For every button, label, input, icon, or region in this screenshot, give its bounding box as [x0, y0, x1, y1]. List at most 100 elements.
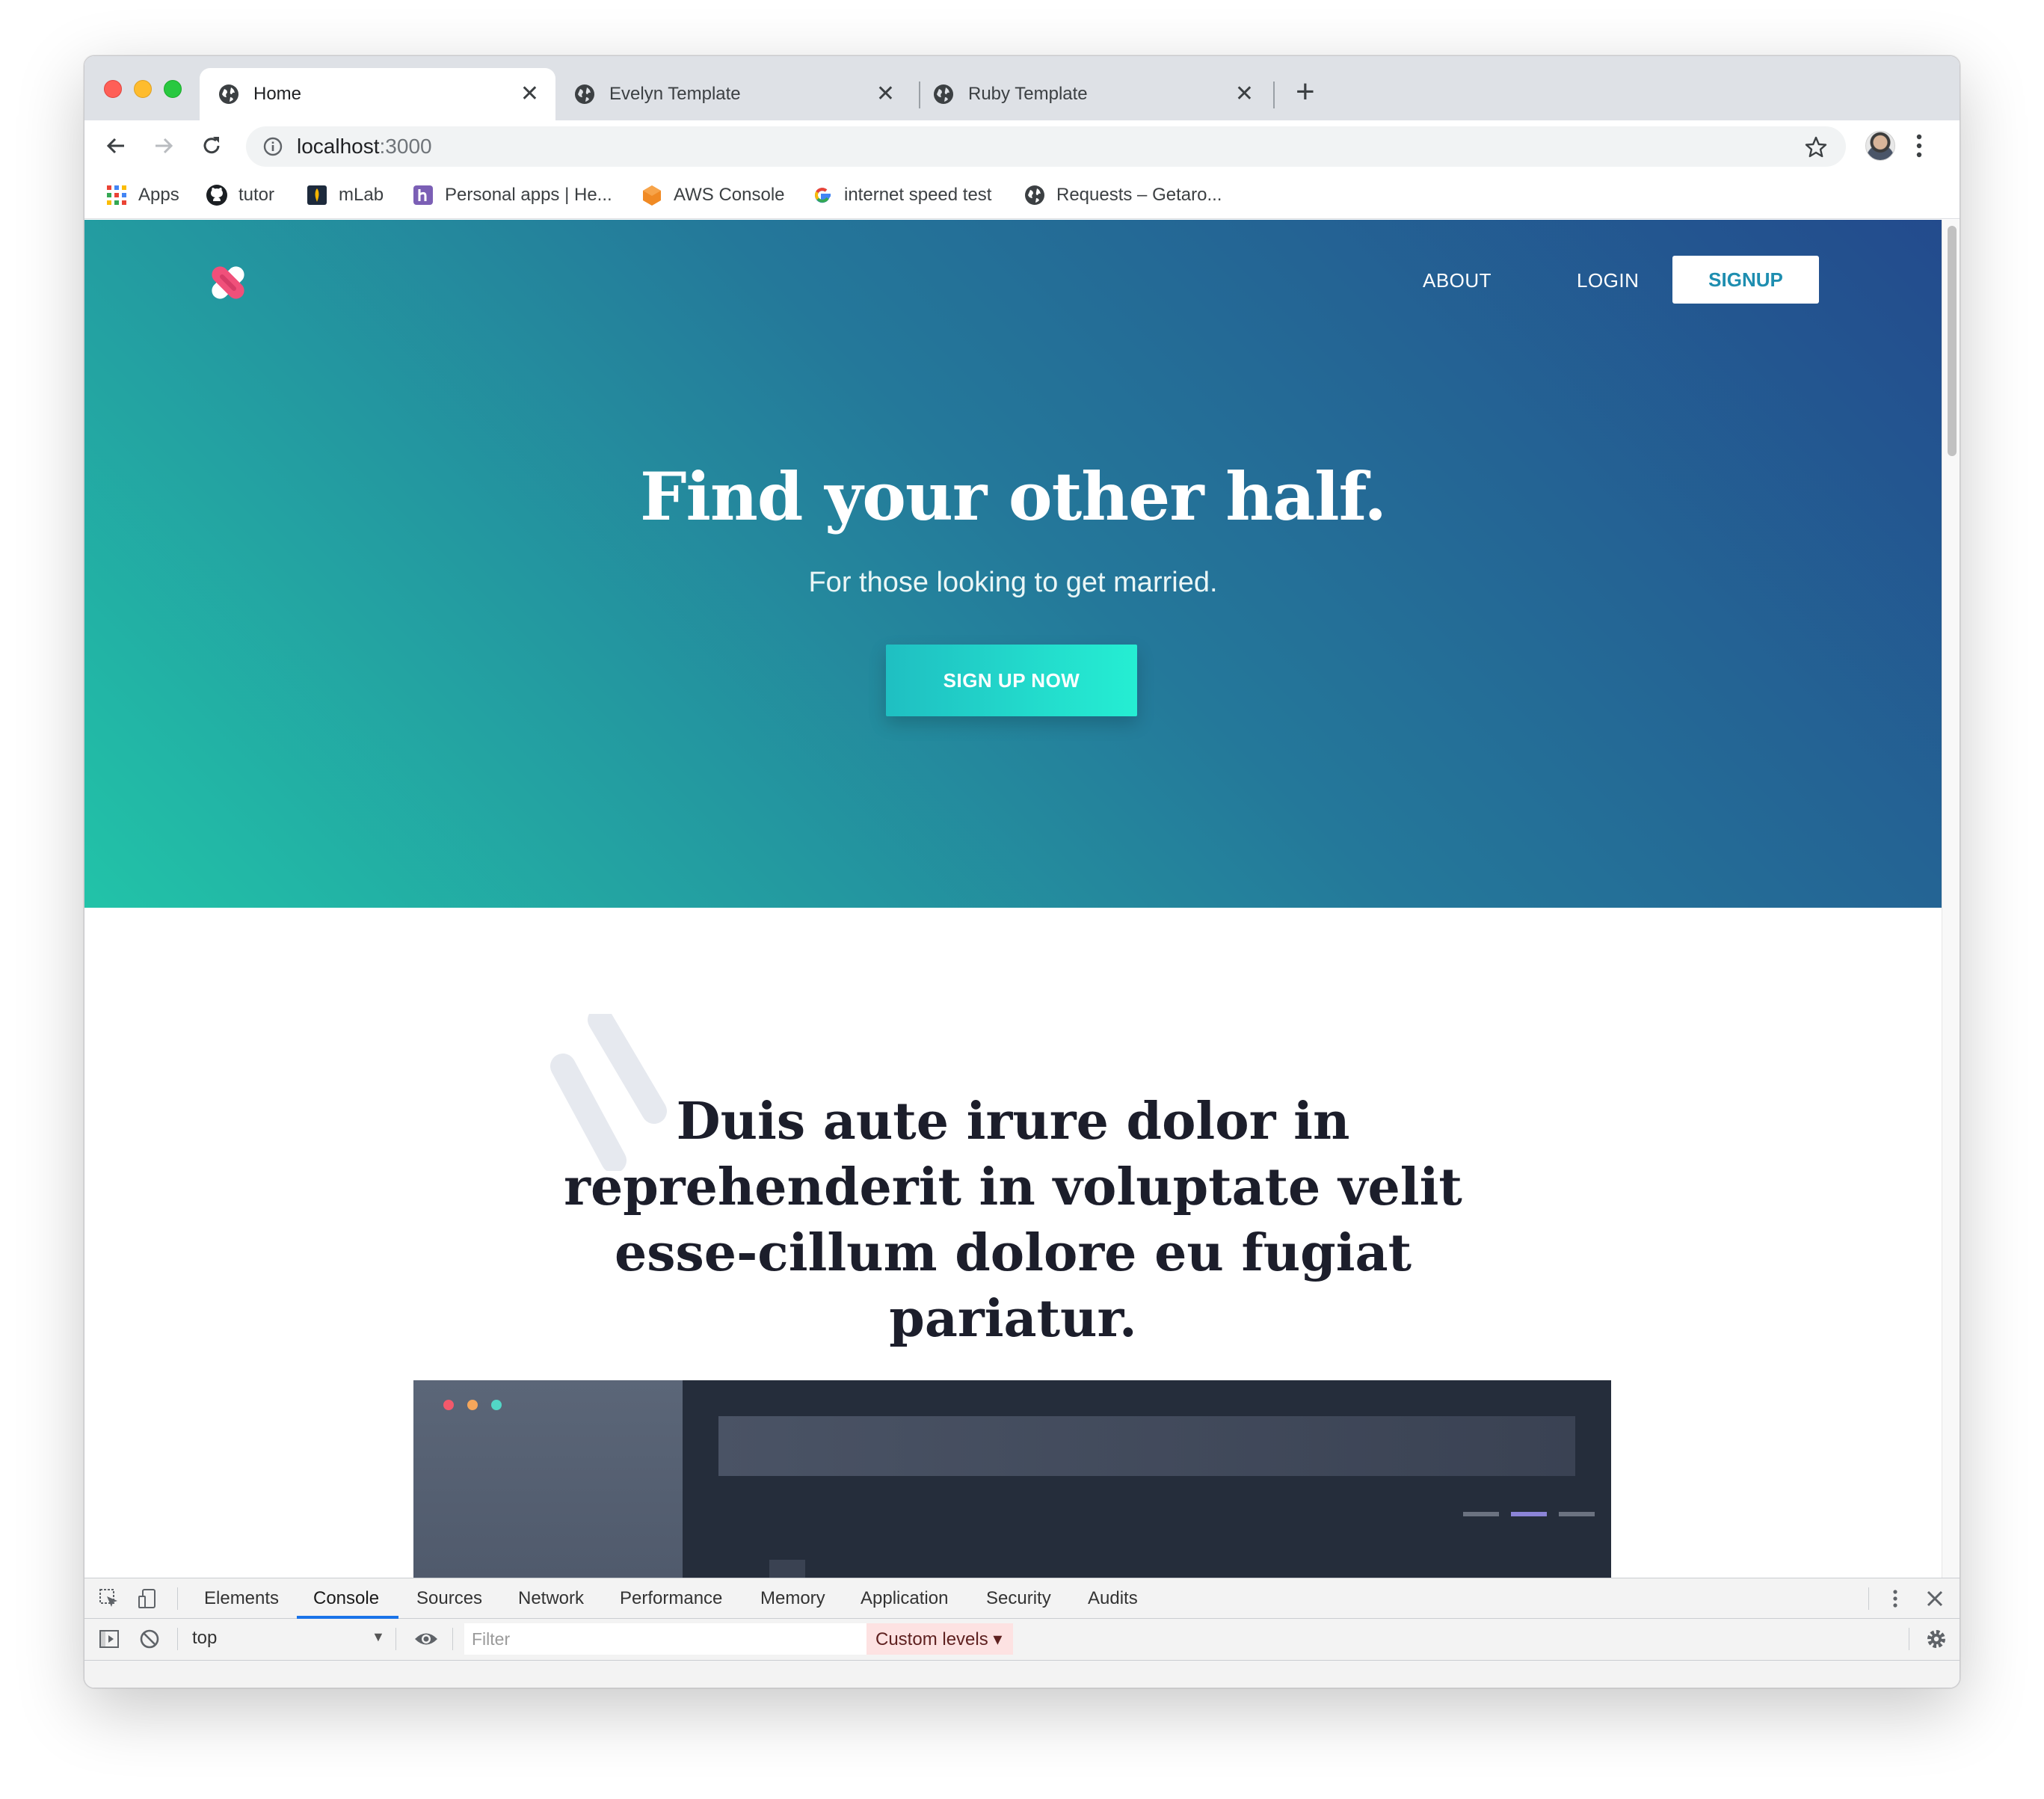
- scrollbar-thumb[interactable]: [1948, 226, 1957, 456]
- devtools-tab-bar: Elements Console Sources Network Perform…: [84, 1578, 1960, 1619]
- tab-sources[interactable]: Sources: [416, 1578, 482, 1619]
- browser-window: Home ✕ Evelyn Template ✕ Ruby Template ✕…: [84, 55, 1960, 1688]
- bookmark-apps[interactable]: Apps: [105, 182, 179, 209]
- tab-application[interactable]: Application: [861, 1578, 948, 1619]
- tab-security[interactable]: Security: [986, 1578, 1051, 1619]
- section-title: Duis aute irure dolor in reprehenderit i…: [564, 1092, 1462, 1349]
- chevron-down-icon[interactable]: ▼: [372, 1629, 385, 1645]
- mockup-dot: [467, 1400, 478, 1410]
- profile-avatar[interactable]: [1865, 131, 1895, 161]
- close-icon[interactable]: ✕: [520, 83, 539, 105]
- sign-up-now-button[interactable]: SIGN UP NOW: [886, 645, 1137, 716]
- url-host: localhost: [297, 135, 380, 158]
- page-viewport: ABOUT LOGIN SIGNUP Find your other half.…: [84, 220, 1942, 1578]
- device-toolbar-icon[interactable]: [137, 1587, 159, 1610]
- bookmark-label: internet speed test: [844, 185, 992, 205]
- address-bar[interactable]: localhost:3000: [246, 126, 1846, 167]
- settings-gear-icon[interactable]: [1925, 1628, 1948, 1650]
- github-icon: [206, 185, 227, 206]
- tab-strip: Home ✕ Evelyn Template ✕ Ruby Template ✕…: [84, 56, 1960, 120]
- globe-icon: [934, 84, 953, 104]
- nav-about-link[interactable]: ABOUT: [1423, 269, 1492, 292]
- hero-title: Find your other half.: [640, 458, 1387, 535]
- console-filter-input[interactable]: Filter: [464, 1623, 871, 1655]
- tab-ruby-template[interactable]: Ruby Template ✕: [914, 68, 1270, 120]
- custom-levels-dropdown[interactable]: Custom levels ▾: [866, 1623, 1013, 1655]
- arrow-right-icon: [156, 138, 173, 154]
- reload-icon: [203, 137, 220, 154]
- bookmark-label: Apps: [138, 185, 179, 205]
- tab-network[interactable]: Network: [518, 1578, 584, 1619]
- arrow-left-icon: [106, 138, 124, 154]
- back-button[interactable]: [102, 132, 129, 159]
- apps-grid-icon: [107, 185, 126, 205]
- aws-icon: [643, 185, 661, 206]
- tab-audits[interactable]: Audits: [1088, 1578, 1138, 1619]
- tab-title: Evelyn Template: [609, 84, 741, 104]
- bookmark-internet-speed-test[interactable]: internet speed test: [811, 182, 991, 209]
- mockup-bar: [769, 1560, 805, 1578]
- close-icon[interactable]: ✕: [1235, 83, 1254, 105]
- clear-console-icon[interactable]: [138, 1628, 161, 1650]
- close-window-button[interactable]: [104, 80, 122, 98]
- bookmark-requests[interactable]: Requests – Getaro...: [1023, 182, 1222, 209]
- tab-console[interactable]: Console: [313, 1578, 379, 1619]
- toolbar-divider: [395, 1628, 396, 1650]
- mockup-legend-segment: [1463, 1512, 1499, 1516]
- bookmark-label: Personal apps | He...: [445, 185, 612, 205]
- reload-button[interactable]: [198, 132, 225, 159]
- bookmark-tutor[interactable]: tutor: [206, 182, 274, 209]
- tab-memory[interactable]: Memory: [760, 1578, 825, 1619]
- bookmark-label: tutor: [238, 185, 275, 205]
- close-icon[interactable]: [1925, 1589, 1945, 1608]
- tab-home[interactable]: Home ✕: [200, 68, 555, 120]
- nav-login-link[interactable]: LOGIN: [1577, 269, 1639, 292]
- mockup-sidebar: [413, 1380, 683, 1578]
- toolbar-divider: [177, 1587, 178, 1610]
- more-vert-icon[interactable]: [1915, 132, 1924, 159]
- tab-elements[interactable]: Elements: [204, 1578, 279, 1619]
- site-logo[interactable]: [201, 256, 255, 310]
- globe-icon: [219, 84, 238, 104]
- new-tab-button[interactable]: +: [1296, 76, 1315, 108]
- console-toolbar: top ▼ Filter Custom levels ▾: [84, 1619, 1960, 1661]
- globe-icon: [575, 84, 594, 104]
- tab-title: Ruby Template: [968, 84, 1088, 104]
- sidebar-toggle-icon[interactable]: [98, 1628, 120, 1650]
- browser-toolbar: localhost:3000: [84, 120, 1960, 171]
- tab-performance[interactable]: Performance: [620, 1578, 722, 1619]
- close-icon[interactable]: ✕: [876, 83, 895, 105]
- dashboard-mockup-image: [413, 1380, 1611, 1578]
- mockup-header-bar: [718, 1416, 1575, 1476]
- toolbar-divider: [1868, 1587, 1869, 1610]
- mockup-dot: [491, 1400, 502, 1410]
- bookmark-mlab[interactable]: mLab: [306, 182, 384, 209]
- more-vert-icon[interactable]: [1891, 1587, 1900, 1610]
- hero-subtitle: For those looking to get married.: [808, 567, 1218, 598]
- bookmarks-bar: Apps tutor mLab Personal apps | He... AW…: [84, 171, 1960, 219]
- bookmark-label: mLab: [339, 185, 384, 205]
- hero-section: ABOUT LOGIN SIGNUP Find your other half.…: [84, 220, 1942, 908]
- bookmark-label: Requests – Getaro...: [1056, 185, 1222, 205]
- context-select[interactable]: top: [192, 1628, 217, 1649]
- mockup-dot: [443, 1400, 454, 1410]
- eye-icon[interactable]: [413, 1629, 439, 1649]
- tab-evelyn-template[interactable]: Evelyn Template ✕: [555, 68, 911, 120]
- heroku-icon: [413, 185, 433, 205]
- toolbar-divider: [452, 1628, 453, 1650]
- bookmark-personal-apps[interactable]: Personal apps | He...: [412, 182, 612, 209]
- devtools-panel: Elements Console Sources Network Perform…: [84, 1578, 1960, 1688]
- inspect-element-icon[interactable]: [98, 1587, 120, 1610]
- maximize-window-button[interactable]: [164, 80, 182, 98]
- tab-separator: [1273, 82, 1275, 108]
- forward-button[interactable]: [150, 132, 177, 159]
- bookmark-star-icon[interactable]: [1804, 135, 1828, 159]
- page-scrollbar[interactable]: [1942, 220, 1960, 1578]
- signup-button[interactable]: SIGNUP: [1672, 256, 1819, 304]
- info-icon[interactable]: [262, 136, 283, 157]
- globe-icon: [1025, 185, 1044, 205]
- minimize-window-button[interactable]: [134, 80, 152, 98]
- bookmark-aws-console[interactable]: AWS Console: [641, 182, 785, 209]
- tab-title: Home: [253, 84, 302, 104]
- url-port: :3000: [379, 135, 432, 158]
